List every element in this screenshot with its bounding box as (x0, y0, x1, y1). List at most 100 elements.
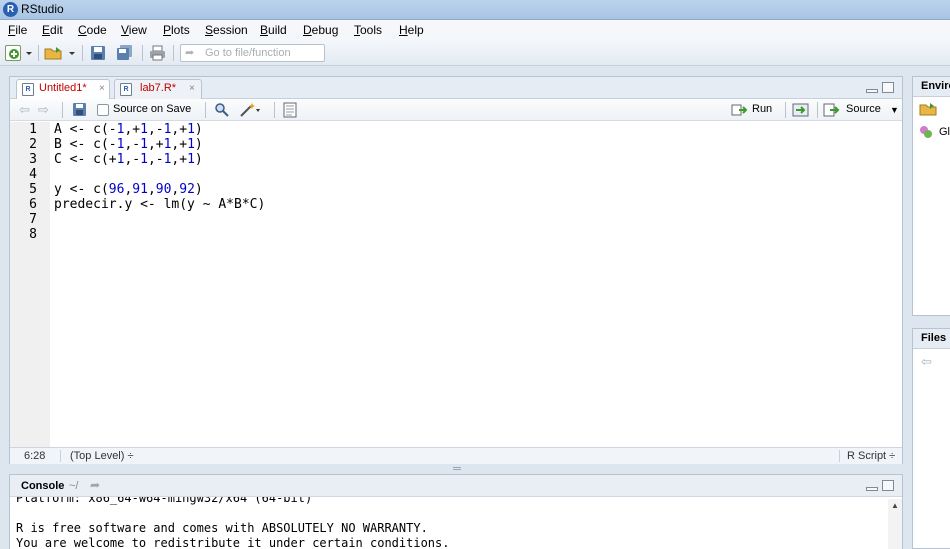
r-logo-icon: R (3, 2, 18, 17)
code-line: predecir.y <- lm(y ~ A*B*C) (54, 197, 266, 212)
source-dropdown-icon[interactable]: ▼ (890, 105, 899, 115)
source-on-save-checkbox[interactable] (97, 104, 109, 116)
files-pane: Files ⇦ (912, 328, 950, 549)
console-output[interactable]: Platform: x86_64-w64-mingw32/x64 (64-bit… (10, 497, 888, 549)
code-editor[interactable]: A <- c(-1,+1,-1,+1) B <- c(-1,-1,+1,+1) … (50, 122, 902, 447)
minimize-pane-icon[interactable] (866, 89, 878, 93)
toolbar-separator (82, 45, 83, 61)
code-line: C <- c(+1,-1,-1,+1) (54, 152, 203, 167)
save-all-icon[interactable] (116, 45, 132, 61)
console-header: Console ~/ ➦ (10, 475, 902, 497)
status-separator (839, 450, 840, 462)
toolbar-separator (205, 102, 206, 118)
menu-tools[interactable]: Tools (354, 23, 382, 37)
environment-tab-label: Enviro (921, 80, 950, 92)
go-to-dir-icon[interactable]: ➦ (90, 478, 100, 492)
save-file-icon[interactable] (72, 102, 88, 118)
global-environment-icon[interactable] (919, 125, 933, 139)
toolbar-separator (173, 45, 174, 61)
files-tab-label: Files (921, 332, 947, 344)
minimize-console-icon[interactable] (866, 487, 878, 491)
maximize-pane-icon[interactable] (882, 82, 894, 93)
window-title: RStudio (21, 2, 64, 16)
new-file-icon[interactable] (5, 45, 21, 61)
editor-tab-strip: R Untitled1* × R lab7.R* × (10, 77, 902, 100)
back-arrow-icon[interactable]: ⇦ (921, 354, 932, 370)
line-number: 7 (29, 212, 37, 227)
line-number: 1 (29, 122, 37, 137)
menu-file[interactable]: File (8, 23, 27, 37)
menu-bar: File Edit Code View Plots Session Build … (0, 20, 950, 40)
menu-build[interactable]: Build (260, 23, 287, 37)
goto-placeholder: Go to file/function (205, 47, 291, 59)
pane-splitter[interactable] (453, 467, 461, 470)
source-pane: R Untitled1* × R lab7.R* × ⇦ ⇨ Source on… (9, 76, 903, 464)
files-tab[interactable]: Files (913, 329, 950, 349)
console-pane: Console ~/ ➦ Platform: x86_64-w64-mingw3… (9, 474, 903, 549)
open-folder-icon[interactable] (44, 45, 62, 61)
menu-plots[interactable]: Plots (163, 23, 190, 37)
line-number: 2 (29, 137, 37, 152)
source-icon[interactable] (823, 102, 840, 118)
line-number-gutter: 1 2 3 4 5 6 7 8 (10, 122, 50, 447)
open-dropdown-icon[interactable] (68, 45, 76, 61)
close-tab-icon[interactable]: × (189, 83, 195, 94)
menu-debug[interactable]: Debug (303, 23, 338, 37)
goto-file-function-input[interactable]: ➦ Go to file/function (180, 44, 325, 62)
new-file-dropdown-icon[interactable] (25, 45, 33, 61)
close-tab-icon[interactable]: × (99, 83, 105, 94)
main-toolbar: ➦ Go to file/function (0, 40, 950, 66)
open-folder-icon[interactable] (919, 101, 939, 117)
r-file-icon: R (120, 83, 132, 96)
global-environment-label[interactable]: Gl (939, 126, 950, 138)
environment-pane: Enviro Gl (912, 76, 950, 316)
forward-arrow-icon[interactable]: ⇨ (38, 102, 49, 118)
save-icon[interactable] (90, 45, 106, 61)
goto-arrow-icon: ➦ (185, 47, 195, 59)
tab-label: lab7.R* (140, 82, 177, 94)
console-line: You are welcome to redistribute it under… (16, 536, 450, 549)
r-file-icon: R (22, 83, 34, 96)
console-line: Platform: x86_64-w64-mingw32/x64 (64-bit… (16, 497, 313, 505)
print-icon[interactable] (149, 45, 165, 61)
maximize-console-icon[interactable] (882, 480, 894, 491)
menu-code[interactable]: Code (78, 23, 107, 37)
status-separator (60, 450, 61, 462)
compile-report-icon[interactable] (282, 102, 298, 118)
file-type-selector[interactable]: R Script ÷ (847, 450, 895, 462)
line-number: 4 (29, 167, 37, 182)
line-number: 6 (29, 197, 37, 212)
run-button[interactable]: Run (752, 103, 772, 115)
code-line: B <- c(-1,-1,+1,+1) (54, 137, 203, 152)
editor-toolbar: ⇦ ⇨ Source on Save Run Source ▼ (10, 99, 902, 121)
scope-selector[interactable]: (Top Level) ÷ (70, 450, 134, 462)
rerun-icon[interactable] (792, 102, 809, 118)
toolbar-separator (38, 45, 39, 61)
source-on-save-label: Source on Save (113, 103, 192, 115)
environment-tab[interactable]: Enviro (913, 77, 950, 97)
tab-lab7[interactable]: R lab7.R* × (114, 79, 202, 99)
toolbar-separator (142, 45, 143, 61)
menu-view[interactable]: View (121, 23, 147, 37)
menu-session[interactable]: Session (205, 23, 248, 37)
tab-label: Untitled1* (39, 82, 87, 94)
code-line: A <- c(-1,+1,-1,+1) (54, 122, 203, 137)
line-number: 5 (29, 182, 37, 197)
editor-status-bar: 6:28 (Top Level) ÷ R Script ÷ (10, 447, 902, 464)
tab-untitled1[interactable]: R Untitled1* × (16, 79, 110, 100)
menu-help[interactable]: Help (399, 23, 424, 37)
back-arrow-icon[interactable]: ⇦ (19, 102, 30, 118)
menu-edit[interactable]: Edit (42, 23, 63, 37)
toolbar-separator (817, 102, 818, 118)
console-scrollbar[interactable]: ▲ (888, 499, 902, 549)
console-line: R is free software and comes with ABSOLU… (16, 521, 428, 535)
line-number: 3 (29, 152, 37, 167)
cursor-position: 6:28 (24, 450, 46, 462)
search-icon[interactable] (214, 102, 230, 118)
scroll-up-icon[interactable]: ▲ (891, 501, 899, 510)
source-button[interactable]: Source (846, 103, 881, 115)
toolbar-separator (785, 102, 786, 118)
magic-wand-icon[interactable] (239, 102, 260, 118)
console-working-dir: ~/ (69, 480, 79, 492)
run-icon[interactable] (731, 102, 748, 118)
